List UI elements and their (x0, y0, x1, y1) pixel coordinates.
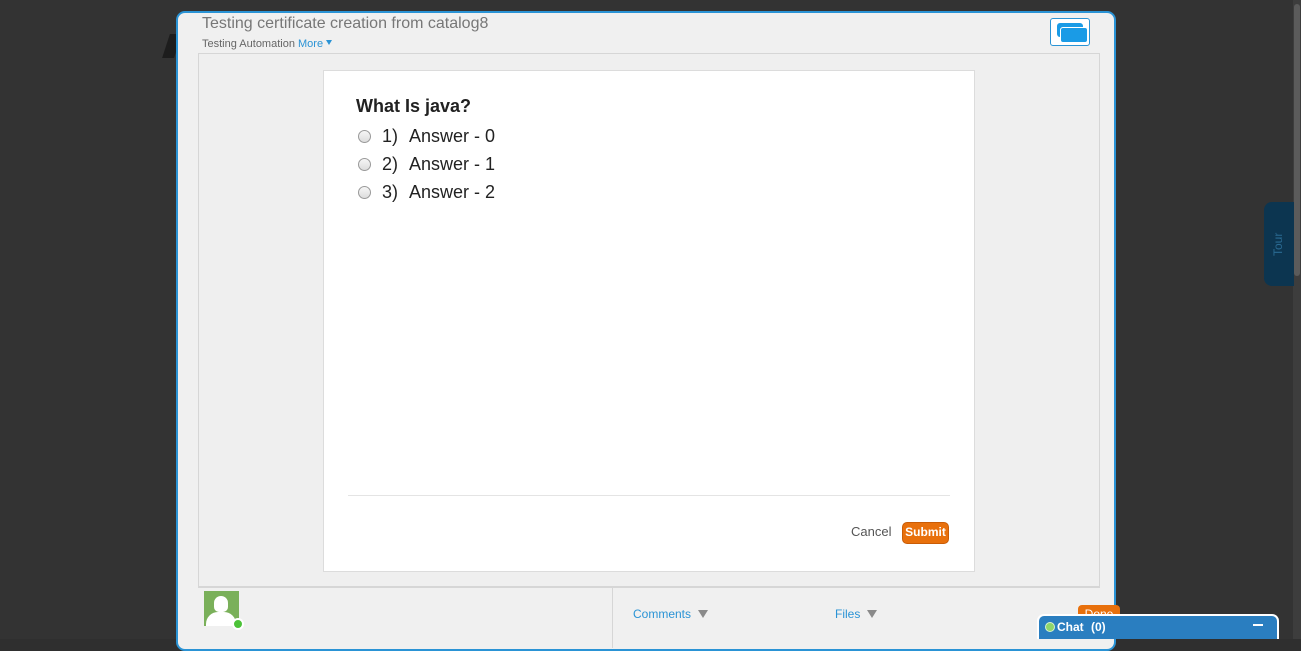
caret-down-icon (867, 610, 878, 618)
minimize-icon[interactable] (1253, 624, 1263, 626)
tour-tab[interactable]: Tour (1264, 202, 1294, 286)
answer-option[interactable]: 3) Answer - 2 (356, 181, 495, 203)
user-silhouette-icon (214, 596, 228, 612)
dialog-subtitle: Testing Automation More (202, 38, 333, 50)
page-scrollbar[interactable] (1293, 0, 1301, 639)
quiz-card: What Is java? 1) Answer - 0 2) Answer - … (323, 70, 975, 572)
comments-tab[interactable]: Comments (633, 607, 709, 621)
answer-number: 3) (382, 181, 399, 202)
view-toggle-button[interactable] (1050, 18, 1090, 46)
cancel-button[interactable]: Cancel (851, 524, 891, 539)
answer-label: Answer - 2 (409, 181, 496, 202)
question-text: What Is java? (356, 96, 472, 116)
files-label: Files (835, 607, 861, 621)
answer-radio[interactable] (358, 185, 371, 199)
answer-label: Answer - 1 (409, 153, 496, 174)
more-label: More (298, 38, 324, 50)
chat-bar[interactable]: Chat (0) (1037, 614, 1279, 639)
answer-option[interactable]: 1) Answer - 0 (356, 125, 495, 147)
online-status-icon (1045, 622, 1055, 632)
divider (348, 495, 950, 496)
caret-down-icon (698, 610, 709, 618)
activity-dialog: Testing certificate creation from catalo… (176, 11, 1120, 651)
chat-count: (0) (1091, 620, 1106, 634)
answer-label: Answer - 0 (409, 125, 496, 146)
comments-label: Comments (633, 607, 692, 621)
windows-icon-front (1060, 27, 1088, 43)
tour-tab-label: Tour (1271, 232, 1285, 256)
page-scrollbar-thumb[interactable] (1294, 4, 1300, 276)
more-link[interactable]: More (298, 38, 333, 50)
footer-divider (612, 588, 613, 648)
answer-number: 2) (382, 153, 399, 174)
chat-label: Chat (1057, 620, 1084, 634)
dialog-title: Testing certificate creation from catalo… (202, 15, 489, 32)
subtitle-text: Testing Automation (202, 38, 295, 50)
answer-radio[interactable] (358, 129, 371, 143)
answer-option[interactable]: 2) Answer - 1 (356, 153, 495, 175)
dialog-footer: Comments Files Done (198, 587, 1120, 648)
files-tab[interactable]: Files (835, 607, 878, 621)
content-panel: What Is java? 1) Answer - 0 2) Answer - … (198, 53, 1100, 587)
answer-radio[interactable] (358, 157, 371, 171)
online-status-icon (232, 618, 244, 630)
submit-button[interactable]: Submit (902, 522, 949, 544)
answer-number: 1) (382, 125, 399, 146)
caret-down-icon (326, 40, 333, 45)
